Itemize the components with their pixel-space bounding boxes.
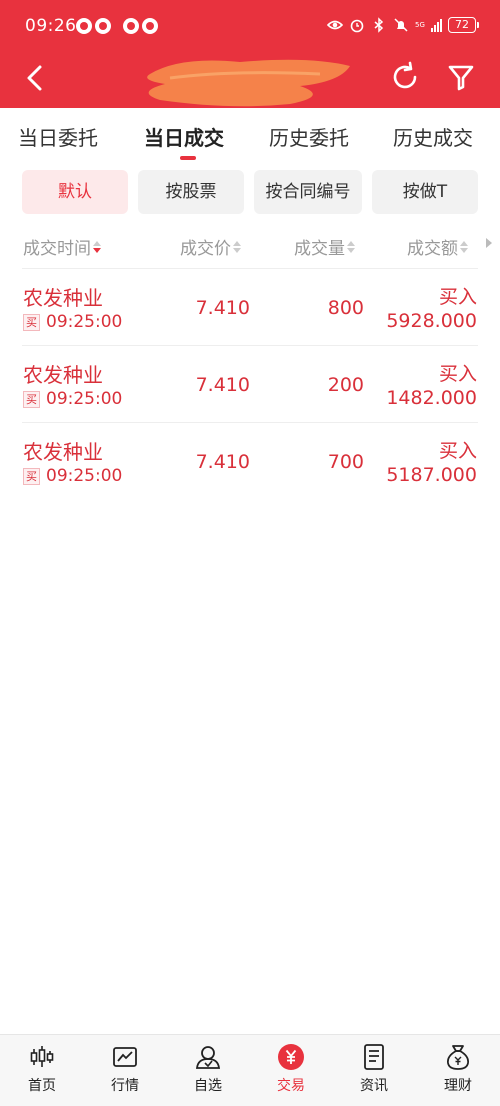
side-badge: 买 — [23, 314, 40, 331]
sort-icon — [347, 240, 355, 253]
yen-coin-icon — [278, 1044, 304, 1070]
chip-by-t-trade[interactable]: 按做T — [372, 170, 478, 214]
trade-amount: 5187.000 — [386, 464, 477, 486]
user-icon — [195, 1046, 221, 1069]
side-badge: 买 — [23, 391, 40, 408]
notification-app-icon — [76, 18, 92, 34]
side-badge: 买 — [23, 468, 40, 485]
trade-price: 7.410 — [195, 374, 250, 396]
tab-today-trades[interactable]: 当日成交 — [144, 122, 224, 151]
notification-app-icon — [142, 18, 158, 34]
trade-action: 买入 — [438, 363, 477, 385]
table-row[interactable]: 农发种业 买 09:25:00 7.410 800 买入 5928.000 — [22, 268, 478, 345]
status-bar: 09:26 5G 72 — [0, 0, 500, 52]
trade-quantity: 800 — [327, 297, 364, 319]
back-icon[interactable] — [18, 60, 54, 96]
notification-icons — [76, 18, 158, 34]
system-icons: 5G 72 — [327, 17, 479, 33]
table-row[interactable]: 农发种业 买 09:25:00 7.410 700 买入 5187.000 — [22, 422, 478, 499]
trade-quantity: 700 — [327, 451, 364, 473]
wechat-icon — [95, 18, 111, 34]
network-type: 5G — [415, 20, 425, 29]
stock-name: 农发种业 — [23, 440, 103, 464]
table-row[interactable]: 农发种业 买 09:25:00 7.410 200 买入 1482.000 — [22, 345, 478, 422]
redacted-title — [147, 59, 350, 107]
nav-trade[interactable]: 交易 — [251, 1043, 331, 1095]
trade-time: 09:25:00 — [46, 312, 123, 332]
trade-time: 09:25:00 — [46, 389, 123, 409]
trade-action: 买入 — [438, 440, 477, 462]
nav-news[interactable]: 资讯 — [334, 1043, 414, 1095]
trade-amount: 1482.000 — [386, 387, 477, 409]
clock: 09:26 — [25, 16, 77, 36]
nav-home[interactable]: 首页 — [2, 1043, 82, 1095]
alarm-icon — [350, 19, 364, 33]
trade-time: 09:25:00 — [46, 466, 123, 486]
trade-price: 7.410 — [195, 297, 250, 319]
refresh-icon[interactable] — [388, 60, 422, 94]
trade-price: 7.410 — [195, 451, 250, 473]
nav-market[interactable]: 行情 — [85, 1043, 165, 1095]
title-bar — [0, 52, 500, 108]
nav-wealth[interactable]: 理财 — [418, 1043, 498, 1095]
line-chart-icon — [113, 1047, 137, 1067]
tab-history-trades[interactable]: 历史成交 — [393, 122, 473, 151]
sort-chips: 默认 按股票 按合同编号 按做T — [0, 168, 500, 216]
sort-icon — [233, 240, 241, 253]
chip-by-contract-number[interactable]: 按合同编号 — [254, 170, 362, 214]
mute-icon — [394, 18, 408, 32]
nav-watchlist[interactable]: 自选 — [168, 1043, 248, 1095]
eye-icon — [327, 20, 343, 30]
money-bag-icon — [447, 1045, 469, 1070]
active-tab-indicator — [180, 156, 196, 160]
trade-quantity: 200 — [327, 374, 364, 396]
app-header: 09:26 5G 72 — [0, 0, 500, 108]
sort-icon — [460, 240, 468, 253]
table-header: 成交时间 成交价 成交量 成交额 — [0, 222, 500, 268]
battery-icon: 72 — [448, 17, 479, 33]
sort-icon — [93, 240, 101, 253]
filter-icon[interactable] — [444, 60, 478, 94]
chip-by-stock[interactable]: 按股票 — [138, 170, 244, 214]
signal-icon — [431, 18, 442, 32]
trade-amount: 5928.000 — [386, 310, 477, 332]
column-header-amount[interactable]: 成交额 — [407, 234, 468, 259]
tab-today-orders[interactable]: 当日委托 — [18, 122, 98, 151]
tab-bar: 当日委托 当日成交 历史委托 历史成交 — [0, 108, 500, 164]
document-icon — [364, 1044, 384, 1070]
tab-history-orders[interactable]: 历史委托 — [269, 122, 349, 151]
stock-name: 农发种业 — [23, 286, 103, 310]
notification-app-icon — [123, 18, 139, 34]
bottom-nav: 首页 行情 自选 交易 资讯 理财 — [0, 1034, 500, 1106]
chip-default[interactable]: 默认 — [22, 170, 128, 214]
candlestick-icon — [30, 1046, 54, 1067]
bluetooth-icon — [374, 17, 384, 33]
stock-name: 农发种业 — [23, 363, 103, 387]
scroll-right-icon[interactable] — [486, 238, 492, 248]
column-header-quantity[interactable]: 成交量 — [294, 234, 355, 259]
column-header-time[interactable]: 成交时间 — [23, 234, 101, 259]
column-header-price[interactable]: 成交价 — [180, 234, 241, 259]
trade-action: 买入 — [438, 286, 477, 308]
